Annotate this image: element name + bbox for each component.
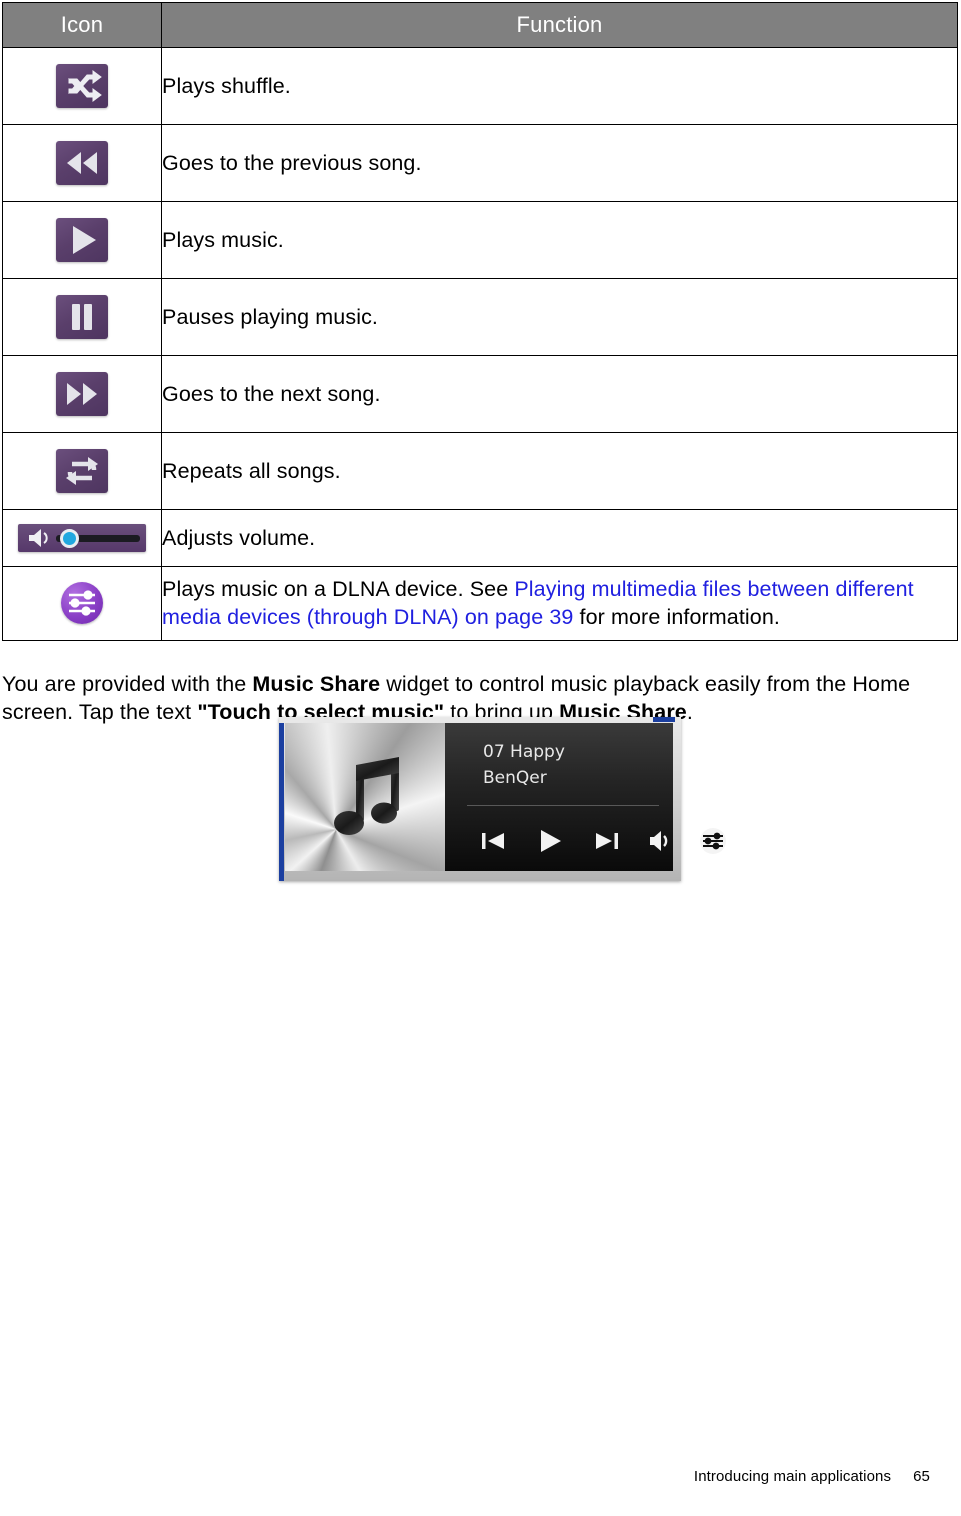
pause-icon (56, 295, 108, 339)
footer-page-number: 65 (913, 1468, 930, 1485)
track-info: 07 Happy BenQer (445, 723, 673, 792)
icon-cell (2, 509, 162, 567)
dlna-text-before: Plays music on a DLNA device. See (162, 577, 515, 601)
function-cell: Plays music. (161, 201, 958, 279)
widget-next-button[interactable] (591, 828, 621, 854)
para-seg-1: You are provided with the (2, 671, 253, 696)
widget-previous-button[interactable] (479, 828, 509, 854)
widget-frame-accent-top (653, 717, 675, 722)
dlna-text-after: for more information. (573, 605, 780, 630)
table-row: Repeats all songs. (2, 432, 958, 510)
icon-cell (2, 566, 162, 641)
play-icon (56, 218, 108, 262)
widget-player-panel: 07 Happy BenQer (445, 723, 726, 871)
function-cell: Goes to the next song. (161, 355, 958, 433)
dlna-icon (61, 582, 103, 625)
icon-cell (2, 201, 162, 279)
widget-frame-accent-left (279, 723, 284, 881)
icon-cell (2, 278, 162, 356)
panel-divider (467, 805, 659, 806)
footer-section-title: Introducing main applications (693, 1468, 892, 1485)
next-icon (56, 372, 108, 416)
icon-function-table: Icon Function Plays shuffle. Goes to the… (2, 2, 958, 641)
volume-knob (60, 529, 79, 548)
column-header-function: Function (161, 2, 958, 48)
music-share-widget-screenshot: 07 Happy BenQer (279, 717, 726, 881)
shuffle-icon (56, 64, 108, 108)
function-cell: Plays shuffle. (161, 47, 958, 125)
repeat-icon (56, 449, 108, 493)
icon-cell (2, 47, 162, 125)
widget-inner: 07 Happy BenQer (285, 723, 726, 871)
widget-play-button[interactable] (535, 827, 565, 855)
track-artist: BenQer (483, 768, 547, 789)
album-art (285, 723, 445, 871)
para-bold-music-share-1: Music Share (252, 671, 381, 696)
widget-controls (445, 827, 726, 855)
icon-cell (2, 432, 162, 510)
icon-cell (2, 124, 162, 202)
function-cell: Repeats all songs. (161, 432, 958, 510)
table-row: Pauses playing music. (2, 278, 958, 356)
table-header-row: Icon Function (2, 2, 958, 48)
para-seg-4: . (686, 700, 693, 725)
function-cell-dlna: Plays music on a DLNA device. See Playin… (161, 566, 958, 641)
table-row: Goes to the next song. (2, 355, 958, 433)
widget-volume-button[interactable] (647, 828, 673, 854)
table-row: Adjusts volume. (2, 509, 958, 567)
function-cell: Adjusts volume. (161, 509, 958, 567)
function-cell: Goes to the previous song. (161, 124, 958, 202)
table-row: Plays music. (2, 201, 958, 279)
previous-icon (56, 141, 108, 185)
table-row: Plays shuffle. (2, 47, 958, 125)
function-cell: Pauses playing music. (161, 278, 958, 356)
track-title: 07 Happy (483, 742, 565, 762)
widget-dlna-button[interactable] (699, 827, 727, 855)
music-note-icon (334, 757, 399, 835)
table-row-dlna: Plays music on a DLNA device. See Playin… (2, 566, 958, 641)
volume-slider-icon (18, 524, 146, 552)
page-footer: Introducing main applications 65 (0, 1468, 930, 1485)
table-row: Goes to the previous song. (2, 124, 958, 202)
icon-cell (2, 355, 162, 433)
column-header-icon: Icon (2, 2, 162, 48)
